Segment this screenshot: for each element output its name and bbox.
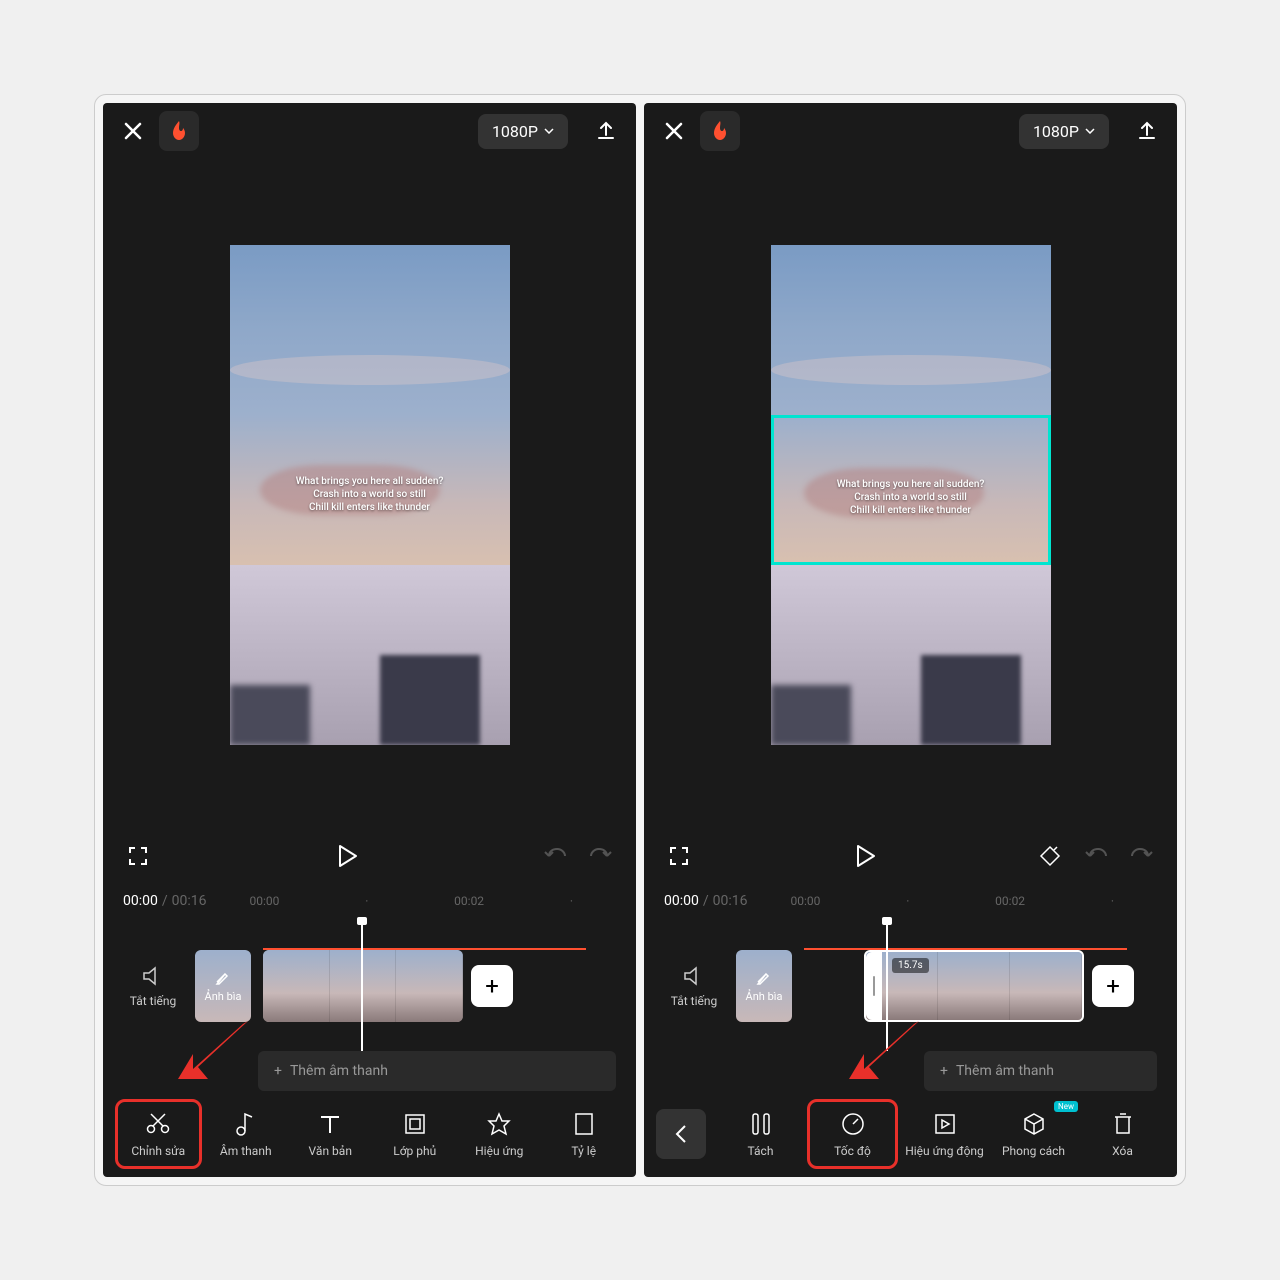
- close-button[interactable]: [660, 117, 688, 145]
- resolution-label: 1080P: [492, 122, 538, 141]
- undo-button[interactable]: [540, 841, 570, 871]
- fullscreen-button[interactable]: [123, 841, 153, 871]
- export-button[interactable]: [1133, 117, 1161, 145]
- trash-icon: [1109, 1110, 1137, 1138]
- overlay-text: What brings you here all sudden? Crash i…: [230, 475, 510, 514]
- back-button[interactable]: [656, 1109, 706, 1159]
- tool-split[interactable]: Tách: [718, 1099, 803, 1169]
- clip-handle-left[interactable]: [866, 952, 882, 1020]
- overlay-icon: [401, 1110, 429, 1138]
- overlay-text: What brings you here all sudden? Crash i…: [774, 478, 1048, 517]
- preview-area: What brings you here all sudden? Crash i…: [103, 159, 636, 831]
- controls-row: [103, 831, 636, 881]
- close-button[interactable]: [119, 117, 147, 145]
- clip-duration: 15.7s: [892, 958, 929, 973]
- music-note-icon: [232, 1110, 260, 1138]
- cover-thumb[interactable]: Ảnh bìa: [193, 950, 253, 1022]
- add-clip-button[interactable]: +: [1092, 965, 1134, 1007]
- mute-toggle[interactable]: Tắt tiếng: [664, 964, 724, 1008]
- tool-delete[interactable]: Xóa: [1080, 1099, 1165, 1169]
- preview-area: What brings you here all sudden? Crash i…: [644, 159, 1177, 831]
- time-total: 00:16: [172, 893, 207, 909]
- timeline-area[interactable]: Tắt tiếng Ảnh bìa 15.7s +: [644, 921, 1177, 1051]
- clip-track[interactable]: 15.7s +: [804, 950, 1157, 1022]
- play-button[interactable]: [710, 841, 1019, 871]
- preview-canvas[interactable]: What brings you here all sudden? Crash i…: [230, 245, 510, 745]
- bottom-toolbar: Tách Tốc độ Hiệu ứng động New Phong cách…: [644, 1091, 1177, 1177]
- time-current: 00:00: [123, 893, 158, 909]
- new-badge: New: [1054, 1101, 1078, 1112]
- export-button[interactable]: [592, 117, 620, 145]
- tool-ratio[interactable]: Tỷ lệ: [544, 1099, 625, 1169]
- split-icon: [747, 1110, 775, 1138]
- top-bar: 1080P: [103, 103, 636, 159]
- timeline-area[interactable]: Tắt tiếng Ảnh bìa +: [103, 921, 636, 1051]
- tool-style[interactable]: New Phong cách: [991, 1099, 1076, 1169]
- tool-overlay[interactable]: Lớp phủ: [375, 1099, 456, 1169]
- right-panel: 1080P What brings you here all sudden? C…: [644, 103, 1177, 1177]
- star-icon: [485, 1110, 513, 1138]
- bottom-toolbar: Chỉnh sửa Âm thanh Văn bản Lớp phủ Hiệu …: [103, 1091, 636, 1177]
- keyframe-button[interactable]: [1035, 841, 1065, 871]
- preview-canvas[interactable]: What brings you here all sudden? Crash i…: [771, 245, 1051, 745]
- tool-speed[interactable]: Tốc độ: [807, 1099, 898, 1169]
- tool-audio[interactable]: Âm thanh: [206, 1099, 287, 1169]
- ratio-icon: [570, 1110, 598, 1138]
- flame-button[interactable]: [700, 111, 740, 151]
- top-bar: 1080P: [644, 103, 1177, 159]
- add-audio-button[interactable]: + Thêm âm thanh: [258, 1051, 616, 1091]
- add-audio-button[interactable]: + Thêm âm thanh: [924, 1051, 1157, 1091]
- time-row: 00:00 / 00:16 00:00 · 00:02 ·: [644, 881, 1177, 921]
- playhead[interactable]: [361, 921, 363, 1051]
- redo-button[interactable]: [586, 841, 616, 871]
- cube-icon: [1020, 1110, 1048, 1138]
- tool-text[interactable]: Văn bản: [290, 1099, 371, 1169]
- fullscreen-button[interactable]: [664, 841, 694, 871]
- resolution-selector[interactable]: 1080P: [478, 114, 568, 149]
- mute-toggle[interactable]: Tắt tiếng: [123, 964, 183, 1008]
- playhead[interactable]: [886, 921, 888, 1051]
- play-button[interactable]: [169, 841, 524, 871]
- tool-motion[interactable]: Hiệu ứng động: [902, 1099, 987, 1169]
- resolution-selector[interactable]: 1080P: [1019, 114, 1109, 149]
- text-icon: [316, 1110, 344, 1138]
- left-panel: 1080P What brings you here all sudden? C…: [103, 103, 636, 1177]
- undo-button[interactable]: [1081, 841, 1111, 871]
- redo-button[interactable]: [1127, 841, 1157, 871]
- scissors-icon: [144, 1110, 172, 1138]
- speed-icon: [839, 1110, 867, 1138]
- motion-icon: [931, 1110, 959, 1138]
- tool-effects[interactable]: Hiệu ứng: [459, 1099, 540, 1169]
- flame-button[interactable]: [159, 111, 199, 151]
- add-clip-button[interactable]: +: [471, 965, 513, 1007]
- cover-thumb[interactable]: Ảnh bìa: [734, 950, 794, 1022]
- tool-edit[interactable]: Chỉnh sửa: [115, 1099, 202, 1169]
- clip-track[interactable]: +: [263, 950, 616, 1022]
- controls-row: [644, 831, 1177, 881]
- time-row: 00:00 / 00:16 00:00 · 00:02 ·: [103, 881, 636, 921]
